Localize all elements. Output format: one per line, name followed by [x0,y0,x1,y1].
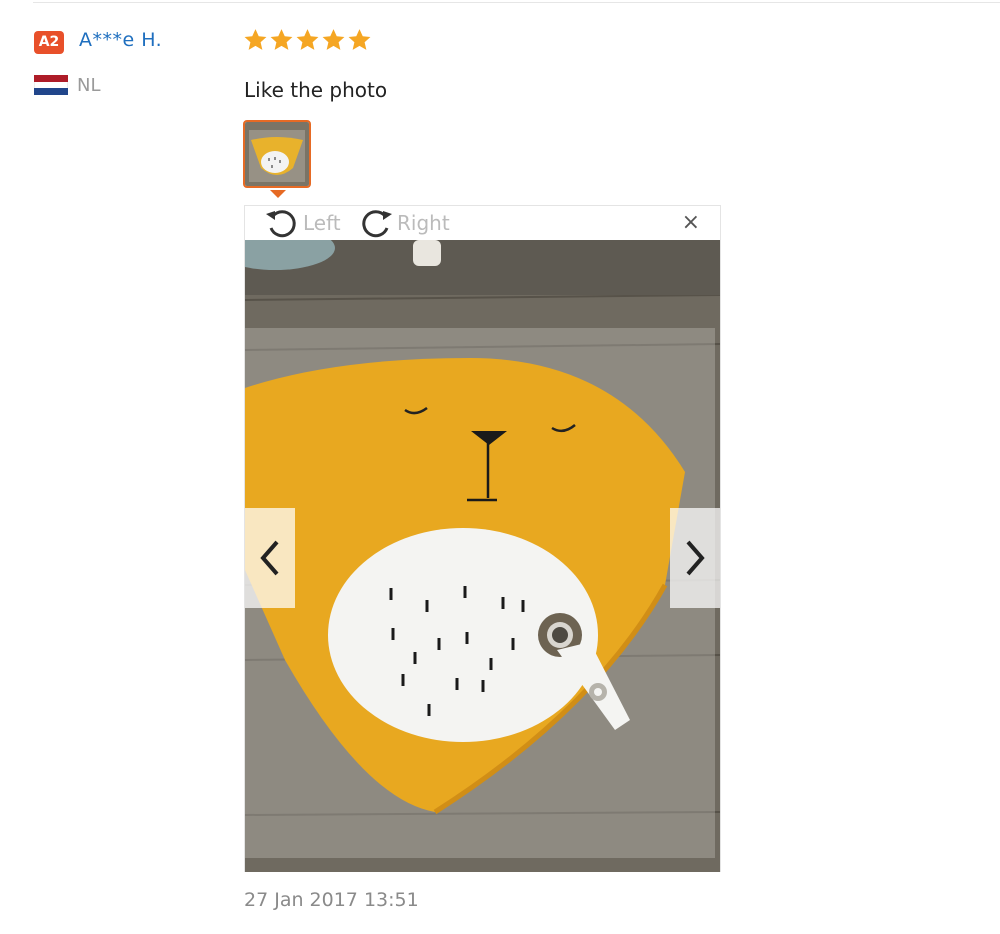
review-date: 27 Jan 2017 13:51 [244,889,419,911]
rotate-right-icon [362,210,392,238]
buyer-name: A***e H. [79,29,163,51]
viewer-toolbar: Left Right × [245,206,720,240]
flag-stripe-red [34,75,68,82]
chevron-left-icon [260,540,279,576]
next-photo-button[interactable] [670,508,720,608]
photo-viewer: Left Right × [244,205,721,872]
chevron-right-icon [686,540,705,576]
star-icon [348,29,371,50]
top-divider [33,2,1000,3]
rotate-right-button[interactable]: Right [357,206,450,240]
bib-photo-image [245,240,720,872]
rotate-left-icon [266,210,296,238]
star-icon [244,29,267,50]
review-photo-thumbnail[interactable] [243,120,311,188]
country-flag-icon [34,75,68,95]
thumbnail-image [245,122,309,186]
review-text: Like the photo [244,78,388,102]
flag-stripe-blue [34,88,68,95]
rotate-left-label: Left [303,211,341,235]
rotate-right-label: Right [397,211,450,235]
thumbnail-pointer [270,190,286,198]
buyer-country: NL [77,75,101,96]
star-icon [296,29,319,50]
close-viewer-button[interactable]: × [682,212,700,234]
rotate-left-button[interactable]: Left [263,206,341,240]
buyer-level-badge: A2 [34,31,64,54]
flag-stripe-white [34,81,68,89]
rating-stars [243,27,372,53]
review-photo [245,240,720,872]
previous-photo-button[interactable] [245,508,295,608]
star-icon [270,29,293,50]
star-icon [322,29,345,50]
